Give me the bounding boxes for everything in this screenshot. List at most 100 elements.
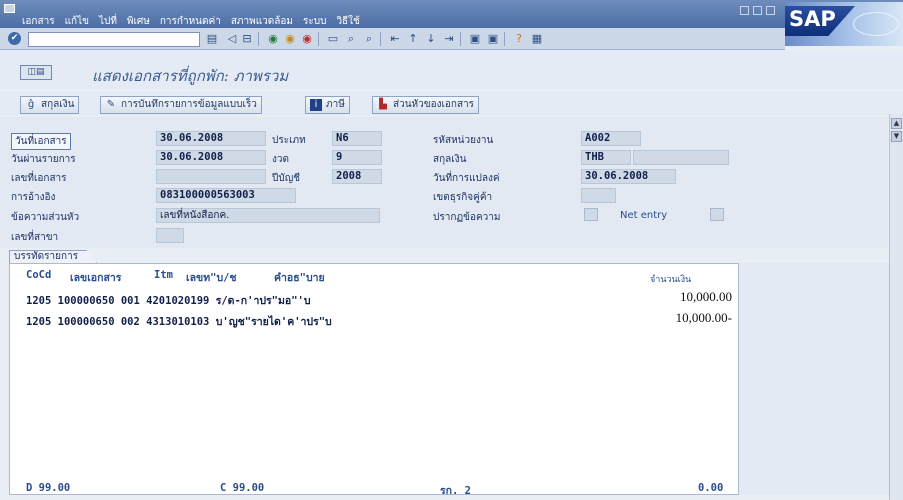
header-text-field[interactable]: เลขที่หนังสือกค. bbox=[156, 208, 380, 223]
cell-cocd: 1205 bbox=[26, 295, 52, 307]
first-page-icon[interactable]: ⇤ bbox=[388, 32, 402, 46]
fiscal-year-field[interactable]: 2008 bbox=[332, 169, 382, 184]
reference-field[interactable]: 083100000563003 bbox=[156, 188, 296, 203]
previous-page-icon[interactable]: ↑ bbox=[406, 32, 420, 46]
col-header-account[interactable]: เลขท"บ/ช bbox=[186, 269, 237, 286]
save-icon[interactable]: ▤ bbox=[205, 32, 219, 46]
doc-date-field[interactable]: 30.06.2008 bbox=[156, 131, 266, 146]
col-header-amount[interactable]: จำนวนเงิน bbox=[650, 272, 691, 286]
maximize-icon[interactable] bbox=[753, 6, 762, 15]
menu-bar: เอกสาร แก้ไข ไปที่ พิเศษ การกำหนดค่า สภา… bbox=[0, 0, 903, 28]
print-icon[interactable]: ▭ bbox=[326, 32, 340, 46]
toolbar-separator bbox=[258, 32, 259, 46]
layout-icon[interactable]: ▦ bbox=[530, 32, 544, 46]
cell-itm: 001 bbox=[120, 295, 140, 307]
menu-edit[interactable]: แก้ไข bbox=[65, 14, 89, 29]
company-code-field[interactable]: A002 bbox=[581, 131, 641, 146]
currency-label: สกุลเงิน bbox=[433, 154, 467, 165]
cell-doc-no: 100000650 bbox=[57, 295, 115, 307]
period-label: งวด bbox=[272, 154, 289, 165]
scroll-down-icon[interactable]: ▼ bbox=[891, 131, 902, 142]
posting-date-field[interactable]: 30.06.2008 bbox=[156, 150, 266, 165]
vertical-scrollbar[interactable]: ▲ ▼ bbox=[889, 114, 903, 500]
menu-system[interactable]: ระบบ bbox=[303, 14, 326, 29]
type-label: ประเภท bbox=[272, 135, 306, 146]
minimize-icon[interactable] bbox=[740, 6, 749, 15]
last-page-icon[interactable]: ⇥ bbox=[442, 32, 456, 46]
menu-settings[interactable]: การกำหนดค่า bbox=[160, 14, 221, 29]
command-field[interactable] bbox=[28, 32, 200, 47]
line-items-panel: CoCd เลขเอกสาร Itm เลขท"บ/ช คำอธ"บาย จำน… bbox=[9, 263, 739, 497]
credit-total: C 99.00 bbox=[220, 482, 265, 494]
toolbar-separator bbox=[380, 32, 381, 46]
document-header-button-label: ส่วนหัวของเอกสาร bbox=[393, 99, 475, 110]
doc-date-label: วันที่เอกสาร bbox=[11, 133, 71, 150]
exchange-rate-field[interactable] bbox=[633, 150, 729, 165]
type-field[interactable]: N6 bbox=[332, 131, 382, 146]
cancel-icon[interactable]: ◉ bbox=[300, 32, 314, 46]
menu-help[interactable]: วิธีใช้ bbox=[336, 14, 359, 29]
menu-environment[interactable]: สภาพแวดล้อม bbox=[231, 14, 293, 29]
cell-cocd: 1205 bbox=[26, 316, 52, 328]
document-header-button[interactable]: ▙ ส่วนหัวของเอกสาร bbox=[372, 96, 480, 114]
table-row[interactable]: 1205 100000650 001 4201020199 ร/ด-ก'าปร"… bbox=[26, 292, 311, 309]
net-entry-label: Net entry bbox=[620, 210, 668, 221]
close-icon[interactable] bbox=[766, 6, 775, 15]
translation-date-field[interactable]: 30.06.2008 bbox=[581, 169, 676, 184]
show-text-label: ปรากฏข้อความ bbox=[433, 212, 501, 223]
help-icon[interactable]: ? bbox=[512, 32, 526, 46]
sap-logo: SAP bbox=[785, 2, 903, 46]
menu-extras[interactable]: พิเศษ bbox=[127, 14, 150, 29]
scroll-up-icon[interactable]: ▲ bbox=[891, 118, 902, 129]
back-icon-2[interactable]: ⊟ bbox=[240, 32, 254, 46]
currency-field[interactable]: THB bbox=[581, 150, 631, 165]
cell-account: 4201020199 bbox=[146, 295, 210, 307]
window-icon[interactable] bbox=[4, 4, 15, 13]
shortcut-icon[interactable]: ▣ bbox=[486, 32, 500, 46]
currency-button[interactable]: ĝ สกุลเงิน bbox=[20, 96, 80, 114]
other-document-icon[interactable]: ◫▤ bbox=[20, 65, 52, 80]
find-icon[interactable]: ⌕ bbox=[344, 32, 358, 46]
debit-total: D 99.00 bbox=[26, 482, 71, 494]
net-entry-checkbox[interactable] bbox=[710, 208, 724, 221]
show-text-checkbox[interactable] bbox=[584, 208, 598, 221]
exit-icon[interactable]: ◉ bbox=[266, 32, 280, 46]
toolbar-separator bbox=[504, 32, 505, 46]
trading-partner-field[interactable] bbox=[581, 188, 616, 203]
translation-date-label: วันที่การแปลงค่ bbox=[433, 173, 500, 184]
enter-icon[interactable]: ✔ bbox=[8, 32, 21, 45]
fast-entry-icon: ✎ bbox=[106, 99, 116, 110]
fast-entry-button[interactable]: ✎ การบันทึกรายการข้อมูลแบบเร็ว bbox=[100, 96, 262, 114]
cell-doc-no: 100000650 bbox=[57, 316, 115, 328]
branch-field[interactable] bbox=[156, 228, 184, 243]
create-session-icon[interactable]: ▣ bbox=[468, 32, 482, 46]
tax-button[interactable]: i ภาษี bbox=[305, 96, 350, 114]
company-code-label: รหัสหน่วยงาน bbox=[433, 135, 494, 146]
back-icon[interactable]: ◁ bbox=[225, 32, 239, 46]
posting-date-label: วันผ่านรายการ bbox=[11, 154, 76, 165]
menu-document[interactable]: เอกสาร bbox=[22, 14, 55, 29]
period-field[interactable]: 9 bbox=[332, 150, 382, 165]
cell-amount: 10,000.00- bbox=[675, 310, 732, 325]
col-header-doc-no[interactable]: เลขเอกสาร bbox=[70, 269, 121, 286]
col-header-short-text[interactable]: คำอธ"บาย bbox=[274, 269, 325, 286]
header-icon: ▙ bbox=[379, 99, 387, 110]
col-header-itm[interactable]: Itm bbox=[154, 269, 173, 281]
up-icon[interactable]: ◉ bbox=[283, 32, 297, 46]
currency-icon: ĝ bbox=[27, 99, 35, 110]
header-text-label: ข้อความส่วนหัว bbox=[11, 212, 80, 223]
fast-entry-button-label: การบันทึกรายการข้อมูลแบบเร็ว bbox=[121, 99, 257, 110]
sap-logo-text: SAP bbox=[785, 6, 855, 36]
cell-itm: 002 bbox=[120, 316, 140, 328]
items-side-area bbox=[739, 263, 889, 495]
menu-goto[interactable]: ไปที่ bbox=[99, 14, 117, 29]
col-header-cocd[interactable]: CoCd bbox=[26, 269, 51, 281]
balance-total: 0.00 bbox=[698, 482, 724, 494]
doc-number-label: เลขที่เอกสาร bbox=[11, 173, 67, 184]
doc-number-field[interactable] bbox=[156, 169, 266, 184]
next-page-icon[interactable]: ↓ bbox=[424, 32, 438, 46]
table-row[interactable]: 1205 100000650 002 4313010103 บ'ญช"รายได… bbox=[26, 313, 332, 330]
fiscal-year-label: ปีบัญชี bbox=[272, 173, 301, 184]
find-next-icon[interactable]: ⌕ bbox=[362, 32, 376, 46]
tab-line-items[interactable]: บรรทัดรายการ bbox=[9, 250, 98, 263]
